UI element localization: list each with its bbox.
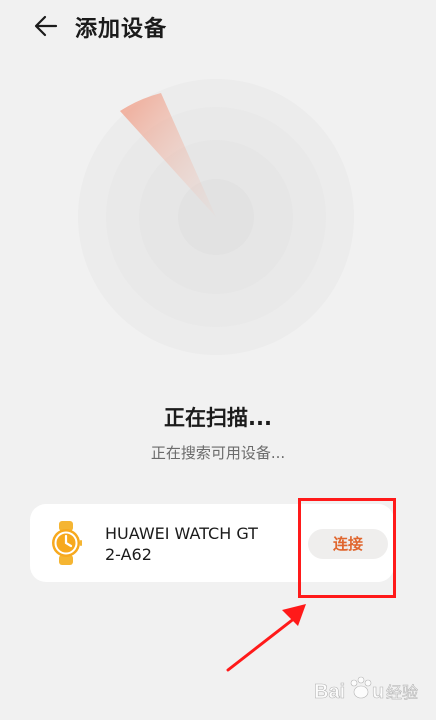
scan-status-title: 正在扫描...: [164, 406, 272, 430]
scan-status-subtitle: 正在搜索可用设备...: [150, 444, 286, 462]
annotation-arrow-icon: [226, 604, 306, 672]
radar-scan-animation: [78, 79, 354, 355]
device-name-line1: HUAWEI WATCH GT: [105, 524, 258, 543]
svg-text:u: u: [372, 681, 384, 703]
svg-text:Bai: Bai: [314, 681, 345, 703]
page-title: 添加设备: [75, 17, 168, 42]
smartwatch-icon: [52, 521, 82, 565]
baidu-jingyan-watermark-logo: Bai u 经验: [314, 676, 418, 703]
device-name: HUAWEI WATCH GT 2-A62: [105, 523, 258, 565]
arrow-left-icon[interactable]: [30, 10, 66, 42]
annotation-highlight-box: [298, 498, 396, 598]
svg-text:经验: 经验: [386, 683, 418, 702]
device-name-line2: 2-A62: [105, 545, 152, 564]
top-bar: 添加设备: [0, 0, 436, 56]
